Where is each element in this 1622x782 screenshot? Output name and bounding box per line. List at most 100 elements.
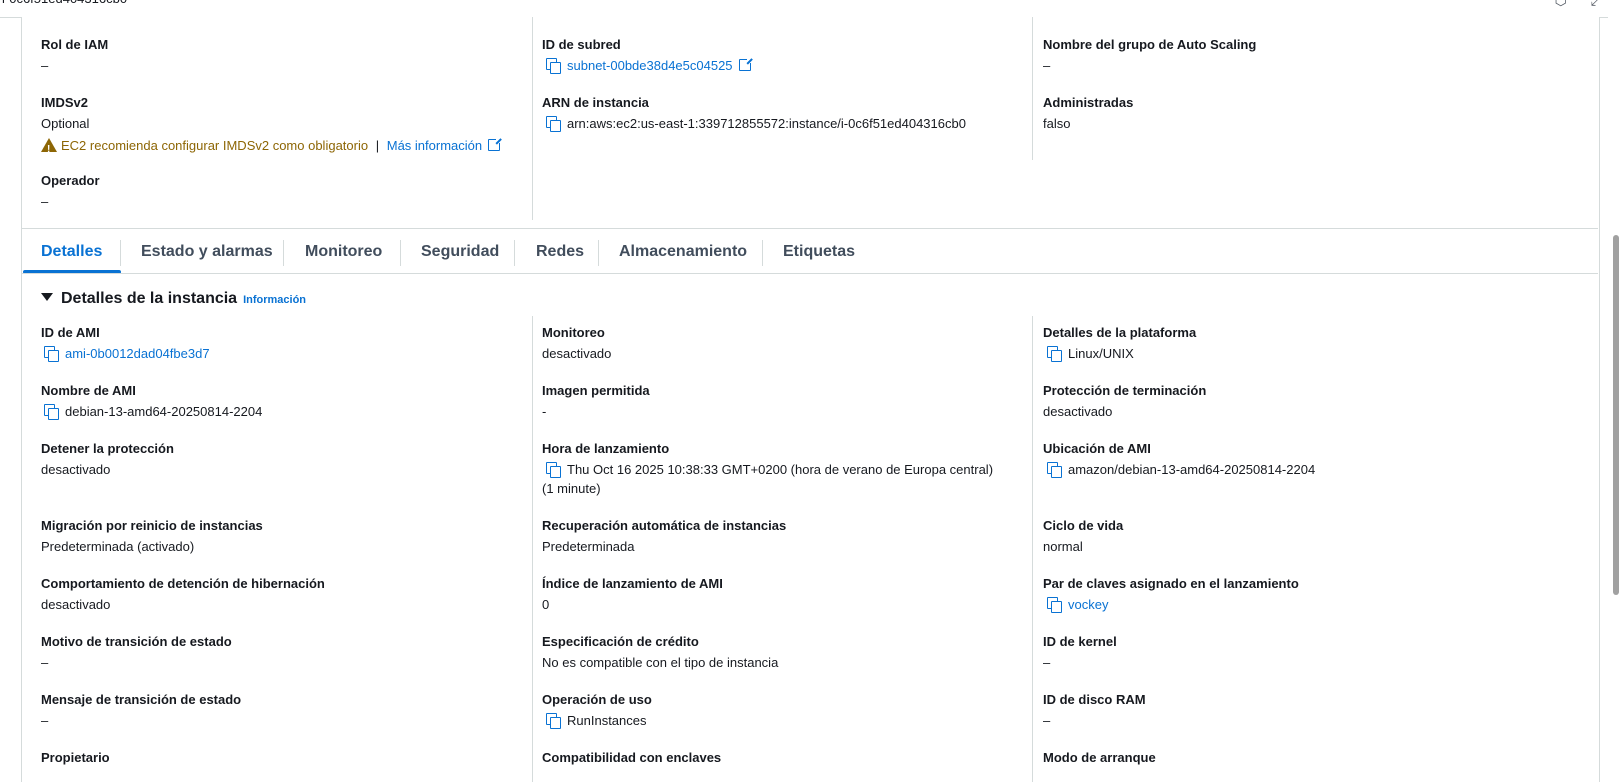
field-auto-recovery: Recuperación automática de instancias Pr… (542, 517, 786, 557)
column-divider (1032, 17, 1033, 160)
field-value-row: ami-0b0012dad04fbe3d7 (41, 344, 210, 364)
tab-tags[interactable]: Etiquetas (783, 230, 855, 274)
field-operator: Operador – (41, 172, 100, 212)
field-value-row: Linux/UNIX (1043, 344, 1196, 364)
field-value-row: arn:aws:ec2:us-east-1:339712855572:insta… (542, 114, 966, 134)
copy-icon[interactable] (546, 116, 561, 132)
copy-icon[interactable] (546, 58, 561, 74)
field-imdsv2: IMDSv2 Optional EC2 recomienda configura… (41, 94, 503, 160)
tab-storage[interactable]: Almacenamiento (619, 230, 747, 274)
shield-icon[interactable]: ⬡ (1555, 0, 1567, 9)
scrollbar[interactable] (1608, 17, 1622, 782)
field-value-row: debian-13-amd64-20250814-2204 (41, 402, 262, 422)
warning-icon (41, 138, 57, 160)
field-ami-name: Nombre de AMI debian-13-amd64-20250814-2… (41, 382, 262, 422)
copy-icon[interactable] (44, 404, 59, 420)
field-label: ARN de instancia (542, 95, 649, 110)
instance-id-header: i-0c6f51ed404316cb0 (2, 0, 127, 6)
field-label: ID de disco RAM (1043, 692, 1146, 707)
section-title: Detalles de la instancia (61, 290, 238, 307)
more-info-link[interactable]: Más información (387, 138, 482, 153)
field-value: Thu Oct 16 2025 10:38:33 GMT+0200 (hora … (567, 462, 994, 477)
field-ami-id: ID de AMI ami-0b0012dad04fbe3d7 (41, 324, 210, 364)
field-label: Operador (41, 173, 100, 188)
field-hibernation-behavior: Comportamiento de detención de hibernaci… (41, 575, 325, 615)
field-value: Predeterminada (activado) (41, 539, 195, 554)
field-label: ID de AMI (41, 325, 100, 340)
key-pair-link[interactable]: vockey (1068, 597, 1108, 612)
copy-icon[interactable] (546, 462, 561, 478)
field-label: ID de kernel (1043, 634, 1117, 649)
field-label: Protección de terminación (1043, 383, 1207, 398)
field-termination-protection: Protección de terminación desactivado (1043, 382, 1206, 422)
field-label: Migración por reinicio de instancias (41, 518, 263, 533)
field-enclave-support: Compatibilidad con enclaves (542, 749, 721, 767)
imdsv2-warning-text: EC2 recomienda configurar IMDSv2 como ob… (61, 138, 369, 153)
external-link-icon[interactable] (738, 57, 753, 71)
field-value: normal (1043, 539, 1083, 554)
details-tabs: Detalles Estado y alarmas Monitoreo Segu… (21, 230, 1598, 274)
field-label: Hora de lanzamiento (542, 441, 670, 456)
field-value: Optional (41, 116, 90, 131)
tab-separator (762, 240, 763, 266)
ami-id-link[interactable]: ami-0b0012dad04fbe3d7 (65, 346, 210, 361)
tab-separator (400, 240, 401, 266)
copy-icon[interactable] (1047, 346, 1062, 362)
expand-icon[interactable]: ⤢ (1591, 0, 1602, 9)
field-label: Imagen permitida (542, 383, 650, 398)
field-launch-time: Hora de lanzamiento Thu Oct 16 2025 10:3… (542, 440, 993, 499)
tab-monitoring[interactable]: Monitoreo (305, 230, 382, 274)
imdsv2-warning-row: EC2 recomienda configurar IMDSv2 como ob… (41, 136, 503, 160)
page-header-strip: i-0c6f51ed404316cb0 ⬡ ⤢ (0, 0, 1622, 18)
field-state-transition-message: Mensaje de transición de estado – (41, 691, 241, 731)
copy-icon[interactable] (1047, 462, 1062, 478)
tab-status-alarms[interactable]: Estado y alarmas (141, 230, 273, 274)
field-value: – (1043, 713, 1051, 728)
external-link-icon[interactable] (488, 137, 503, 151)
field-label: Nombre del grupo de Auto Scaling (1043, 37, 1257, 52)
separator: | (375, 138, 380, 153)
column-divider (532, 17, 533, 220)
field-owner: Propietario (41, 749, 110, 767)
field-ramdisk-id: ID de disco RAM – (1043, 691, 1146, 731)
field-label: Propietario (41, 750, 110, 765)
field-label: Monitoreo (542, 325, 605, 340)
field-value: desactivado (1043, 404, 1113, 419)
field-label: Nombre de AMI (41, 383, 136, 398)
tab-networking[interactable]: Redes (536, 230, 584, 274)
field-label: Ciclo de vida (1043, 518, 1124, 533)
field-boot-mode: Modo de arranque (1043, 749, 1156, 767)
field-label: Ubicación de AMI (1043, 441, 1151, 456)
field-value-row: RunInstances (542, 711, 652, 731)
field-label: Compatibilidad con enclaves (542, 750, 722, 765)
copy-icon[interactable] (546, 713, 561, 729)
field-usage-operation: Operación de uso RunInstances (542, 691, 652, 731)
field-value: 0 (542, 597, 550, 612)
column-divider (1032, 316, 1033, 782)
collapse-caret-icon[interactable] (41, 293, 53, 301)
tab-separator (283, 240, 284, 266)
field-value: desactivado (41, 462, 111, 477)
subnet-link[interactable]: subnet-00bde38d4e5c04525 (567, 58, 733, 73)
copy-icon[interactable] (44, 346, 59, 362)
field-ami-location: Ubicación de AMI amazon/debian-13-amd64-… (1043, 440, 1315, 480)
field-label: Par de claves asignado en el lanzamiento (1043, 576, 1299, 591)
field-instance-arn: ARN de instancia arn:aws:ec2:us-east-1:3… (542, 94, 966, 134)
tab-details[interactable]: Detalles (41, 230, 102, 274)
copy-icon[interactable] (1047, 597, 1062, 613)
field-lifecycle: Ciclo de vida normal (1043, 517, 1123, 557)
field-value: arn:aws:ec2:us-east-1:339712855572:insta… (567, 116, 966, 131)
field-label: Modo de arranque (1043, 750, 1156, 765)
instance-details-header[interactable]: Detalles de la instancia Información (41, 290, 306, 308)
field-value: - (542, 404, 547, 419)
field-value: – (41, 58, 49, 73)
scrollbar-thumb[interactable] (1613, 235, 1619, 595)
field-kernel-id: ID de kernel – (1043, 633, 1117, 673)
field-label: Detener la protección (41, 441, 174, 456)
info-link[interactable]: Información (243, 294, 306, 306)
field-label: IMDSv2 (41, 95, 88, 110)
field-state-transition-reason: Motivo de transición de estado – (41, 633, 232, 673)
field-iam-role: Rol de IAM – (41, 36, 108, 76)
field-label: Recuperación automática de instancias (542, 518, 787, 533)
tab-security[interactable]: Seguridad (421, 230, 499, 274)
